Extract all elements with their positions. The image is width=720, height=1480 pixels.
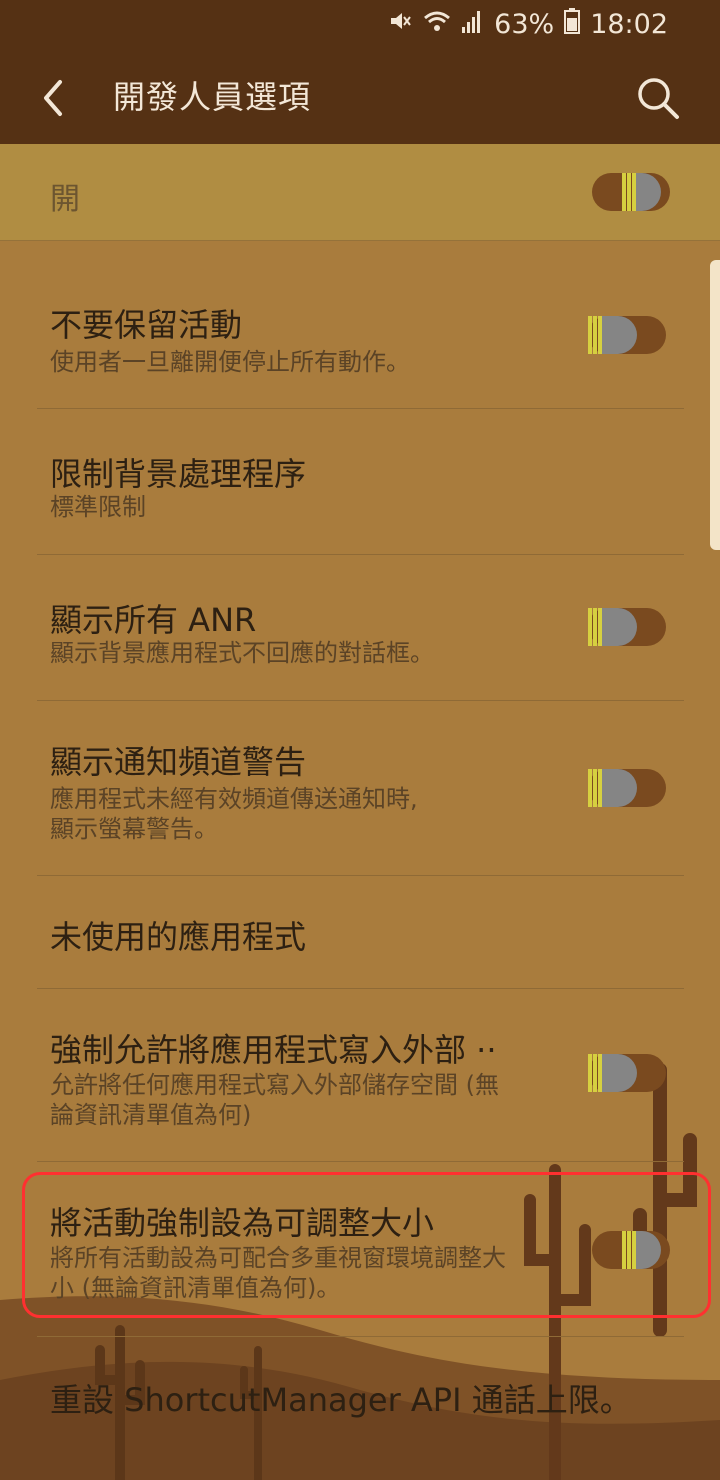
- master-toggle[interactable]: [592, 171, 670, 213]
- toggle-switch[interactable]: [588, 606, 666, 648]
- item-title: 未使用的應用程式: [50, 918, 307, 956]
- back-arrow-icon[interactable]: [38, 76, 72, 120]
- toggle-switch[interactable]: [588, 767, 666, 809]
- status-bar: 63% 18:02: [0, 0, 720, 50]
- toggle-switch[interactable]: [588, 1052, 666, 1094]
- item-title: 不要保留活動: [50, 306, 243, 344]
- app-bar: 開發人員選項: [0, 50, 720, 144]
- battery-icon: [564, 8, 581, 41]
- clock: 18:02: [590, 9, 668, 40]
- search-icon[interactable]: [636, 76, 680, 120]
- item-title: 顯示所有 ANR: [50, 601, 257, 639]
- wifi-icon: [422, 9, 452, 40]
- list-item[interactable]: 強制允許將應用程式寫入外部 ·· 允許將任何應用程式寫入外部儲存空間 (無 論資…: [0, 989, 720, 1161]
- highlight-annotation: [22, 1172, 711, 1318]
- list-item[interactable]: 限制背景處理程序 標準限制: [0, 409, 720, 554]
- list-item[interactable]: 不要保留活動 使用者一旦離開便停止所有動作。: [0, 240, 720, 408]
- item-subtitle-line: 顯示螢幕警告。: [50, 815, 218, 843]
- developer-options-screen: 63% 18:02 開發人員選項 開 不要保留活動 使用者一旦離開便停止所有動作…: [0, 0, 720, 1480]
- item-subtitle: 標準限制: [50, 493, 146, 521]
- signal-icon: [462, 9, 484, 40]
- list-item[interactable]: 未使用的應用程式: [0, 876, 720, 988]
- item-title: 強制允許將應用程式寫入外部 ··: [50, 1031, 497, 1069]
- mute-icon: [388, 9, 412, 40]
- item-title: 重設 ShortcutManager API 通話上限。: [50, 1381, 632, 1419]
- item-subtitle-line: 應用程式未經有效頻道傳送通知時,: [50, 785, 418, 813]
- list-item[interactable]: 顯示所有 ANR 顯示背景應用程式不回應的對話框。: [0, 555, 720, 700]
- item-title: 限制背景處理程序: [50, 455, 307, 493]
- item-subtitle-line: 允許將任何應用程式寫入外部儲存空間 (無: [50, 1071, 499, 1099]
- toggle-switch[interactable]: [588, 314, 666, 356]
- page-title: 開發人員選項: [113, 78, 312, 116]
- item-subtitle-line: 論資訊清單值為何): [50, 1101, 252, 1129]
- battery-percent: 63%: [494, 9, 555, 40]
- item-subtitle: 顯示背景應用程式不回應的對話框。: [50, 639, 434, 667]
- list-item[interactable]: 重設 ShortcutManager API 通話上限。: [0, 1337, 720, 1457]
- scrollbar[interactable]: [710, 260, 720, 550]
- developer-options-master-switch[interactable]: 開: [0, 144, 720, 241]
- item-subtitle: 使用者一旦離開便停止所有動作。: [50, 348, 410, 376]
- item-title: 顯示通知頻道警告: [50, 743, 307, 781]
- list-item[interactable]: 顯示通知頻道警告 應用程式未經有效頻道傳送通知時, 顯示螢幕警告。: [0, 701, 720, 875]
- master-switch-label: 開: [50, 182, 80, 217]
